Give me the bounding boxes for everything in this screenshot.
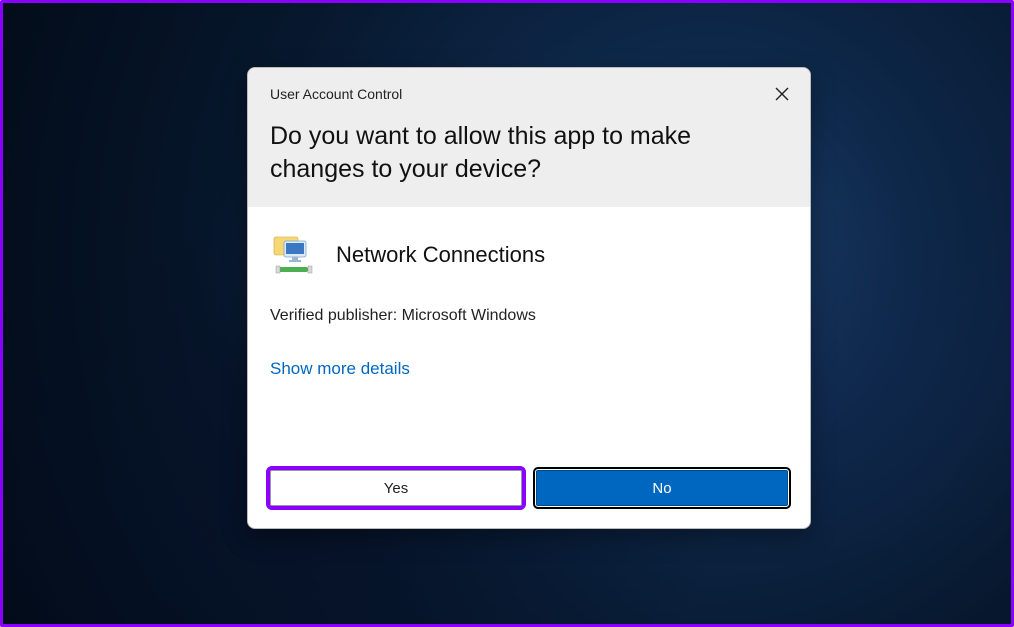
dialog-question: Do you want to allow this app to make ch… [270,120,750,185]
publisher-line: Verified publisher: Microsoft Windows [270,307,788,325]
yes-button[interactable]: Yes [270,470,522,506]
desktop-viewport: User Account Control Do you want to allo… [0,0,1014,627]
close-button[interactable] [770,82,794,106]
network-connections-icon [270,231,318,279]
dialog-footer: Yes No [248,452,810,528]
dialog-title: User Account Control [270,86,788,102]
close-icon [775,87,789,101]
dialog-body: Network Connections Verified publisher: … [248,207,810,452]
app-name: Network Connections [336,242,545,268]
uac-dialog: User Account Control Do you want to allo… [247,67,811,529]
dialog-header: User Account Control Do you want to allo… [248,68,810,207]
no-button[interactable]: No [536,470,788,506]
show-more-details-link[interactable]: Show more details [270,359,410,379]
app-row: Network Connections [270,231,788,279]
